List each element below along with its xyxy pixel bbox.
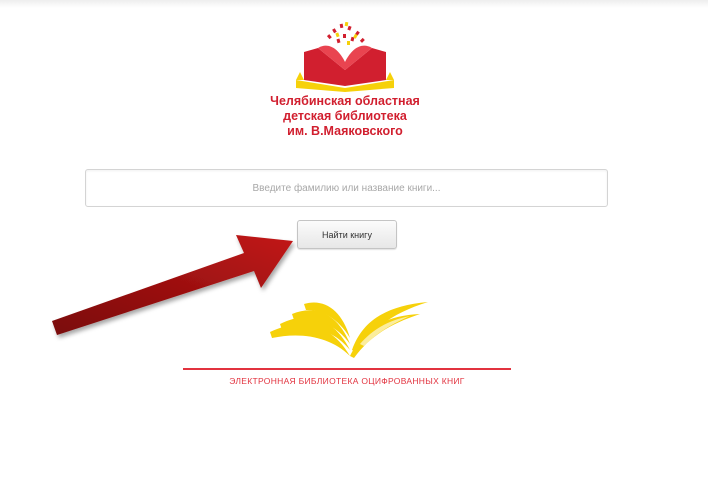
divider-line — [183, 368, 511, 370]
find-book-button[interactable]: Найти книгу — [297, 220, 397, 249]
search-input[interactable] — [85, 169, 608, 207]
open-book-logo-icon — [296, 22, 394, 92]
library-name-line-3: им. В.Маяковского — [287, 124, 403, 138]
library-name-line-1: Челябинская областная — [270, 94, 420, 108]
site-tagline: ЭЛЕКТРОННАЯ БИБЛИОТЕКА ОЦИФРОВАННЫХ КНИГ — [229, 376, 465, 386]
library-name: Челябинская областная детская библиотека… — [230, 94, 460, 139]
library-name-line-2: детская библиотека — [283, 109, 407, 123]
window-top-shade — [0, 0, 708, 8]
yellow-open-book-icon — [270, 302, 428, 358]
